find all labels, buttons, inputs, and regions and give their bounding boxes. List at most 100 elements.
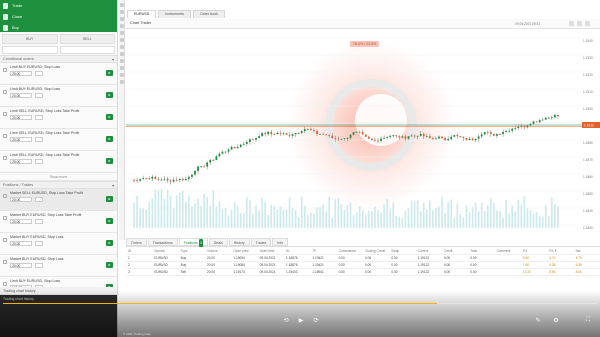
tab-orders[interactable]: Orders xyxy=(126,238,147,246)
cursor-icon[interactable] xyxy=(120,3,124,7)
column-header[interactable]: SL xyxy=(284,249,310,253)
fullscreen-icon[interactable]: ⛶ xyxy=(583,316,593,324)
zoom-icon[interactable] xyxy=(120,59,124,63)
list-item[interactable]: Limit SELL EURUSD, Stop Loss Take Profit… xyxy=(0,107,117,129)
stepper[interactable] xyxy=(35,115,43,120)
volume-field[interactable]: 20.00 xyxy=(10,115,32,120)
stepper[interactable] xyxy=(35,197,43,202)
volume-field[interactable]: 20.00 xyxy=(10,137,32,142)
volume-field[interactable]: 20.00 xyxy=(10,263,32,268)
rewind-icon[interactable]: ⟲ xyxy=(281,316,291,324)
lock-icon[interactable] xyxy=(120,73,124,77)
price-input[interactable] xyxy=(59,46,115,54)
trendline-icon[interactable] xyxy=(120,17,124,21)
volume-field[interactable]: 20.00 xyxy=(10,197,32,202)
orders-section-title[interactable]: Conditional orders ▾ xyxy=(0,55,117,63)
volume-field[interactable]: 20.00 xyxy=(10,219,32,224)
execute-button[interactable]: ▸ xyxy=(106,240,113,246)
stepper[interactable] xyxy=(35,219,43,224)
tab-deals[interactable]: Deals xyxy=(208,238,228,246)
ruler-icon[interactable] xyxy=(120,52,124,56)
forward-icon[interactable]: ⟳ xyxy=(311,316,321,324)
stepper[interactable] xyxy=(35,241,43,246)
execute-button[interactable]: ▸ xyxy=(106,114,113,120)
column-header[interactable]: P/L xyxy=(521,249,547,253)
buy-button[interactable]: BUY xyxy=(2,34,58,44)
fullscreen-icon[interactable] xyxy=(577,21,582,26)
column-header[interactable]: Comment xyxy=(495,249,521,253)
chart-symbol[interactable]: Chart Trader xyxy=(130,21,151,25)
column-header[interactable]: Current xyxy=(416,249,442,253)
execute-button[interactable]: ▸ xyxy=(106,136,113,142)
column-header[interactable]: Open time xyxy=(258,249,284,253)
crosshair-icon[interactable] xyxy=(120,10,124,14)
column-header[interactable]: Net xyxy=(574,249,600,253)
column-header[interactable]: P/L € xyxy=(547,249,573,253)
execute-button[interactable]: ▸ xyxy=(106,262,113,268)
volume-field[interactable]: 25.00 xyxy=(10,159,32,164)
stepper[interactable] xyxy=(35,137,43,142)
tab-instruments[interactable]: Instruments xyxy=(158,10,191,18)
header-row-close[interactable]: Close xyxy=(0,11,117,22)
execute-button[interactable]: ▸ xyxy=(106,158,113,164)
tab-orderbook[interactable]: Order book xyxy=(192,10,225,18)
column-header[interactable]: Volume xyxy=(205,249,231,253)
horizontal-line-icon[interactable] xyxy=(120,24,124,28)
execute-button[interactable]: ▸ xyxy=(106,92,113,98)
table-row[interactable]: 1 EURUSD Buy 20.00 1.19094 09.04.2021 1.18876 1… xyxy=(126,255,600,262)
list-item[interactable]: Limit BUY EURUSD, Stop Loss 25.00 ▸ xyxy=(0,63,117,85)
trash-icon[interactable] xyxy=(120,80,124,84)
fibonacci-icon[interactable] xyxy=(120,31,124,35)
chevron-down-icon[interactable]: ▾ xyxy=(112,57,114,62)
price-chart[interactable] xyxy=(126,30,591,235)
column-header[interactable]: Type xyxy=(179,249,205,253)
volume-input[interactable] xyxy=(2,46,58,54)
stepper[interactable] xyxy=(35,93,43,98)
column-header[interactable]: Symbol xyxy=(152,249,178,253)
table-row[interactable]: 2 EURUSD Buy 20.00 1.19084 09.04.2021 1.18876 1… xyxy=(126,262,600,269)
edit-icon[interactable]: ✎ xyxy=(533,316,543,324)
volume-field[interactable]: 20.00 xyxy=(10,93,32,98)
tab-info[interactable]: Info xyxy=(272,238,289,246)
settings-icon[interactable] xyxy=(569,21,574,26)
tab-trades[interactable]: Trades xyxy=(250,238,272,246)
chevron-down-icon[interactable]: ▾ xyxy=(112,183,114,188)
stepper[interactable] xyxy=(35,263,43,268)
header-row-buy[interactable]: Buy xyxy=(0,22,117,33)
column-header[interactable]: Open price xyxy=(231,249,257,253)
header-row-trade[interactable]: Trade xyxy=(0,0,117,11)
sell-button[interactable]: SELL xyxy=(59,34,115,44)
execute-button[interactable]: ▸ xyxy=(106,196,113,202)
tab-eurusd[interactable]: EURUSD xyxy=(127,10,157,18)
show-more-orders[interactable]: Show more xyxy=(0,173,117,181)
list-item[interactable]: Limit SELL EURUSD, Stop Loss Take Profit… xyxy=(0,151,117,173)
volume-field[interactable]: 20.00 xyxy=(10,241,32,246)
rectangle-icon[interactable] xyxy=(120,38,124,42)
list-item[interactable]: Market SELL EURUSD, Stop Loss Take Profi… xyxy=(0,189,117,211)
stepper[interactable] xyxy=(35,159,43,164)
tab-transactions[interactable]: Transactions xyxy=(147,238,178,246)
magnet-icon[interactable] xyxy=(120,66,124,70)
close-icon[interactable] xyxy=(585,21,590,26)
list-item[interactable]: Market BUY EURUSD, Stop Loss Take Profit… xyxy=(0,211,117,233)
tab-positions[interactable]: Positions 3 xyxy=(178,238,208,247)
volume-field[interactable]: 25.00 xyxy=(10,71,32,76)
column-header[interactable]: Commission xyxy=(337,249,363,253)
text-icon[interactable] xyxy=(120,45,124,49)
list-item[interactable]: Limit BUY EURUSD, Stop Loss 20.00 ▸ xyxy=(0,85,117,107)
tab-history[interactable]: History xyxy=(228,238,250,246)
list-item[interactable]: Limit SELL EURUSD, Stop Loss Take Profit… xyxy=(0,129,117,151)
column-header[interactable]: Credit xyxy=(442,249,468,253)
column-header[interactable]: TP xyxy=(310,249,336,253)
column-header[interactable]: Total xyxy=(468,249,494,253)
execute-button[interactable]: ▸ xyxy=(106,70,113,76)
column-header[interactable]: ID xyxy=(126,249,152,253)
list-item[interactable]: Market BUY EURUSD, Stop Loss 20.00 ▸ xyxy=(0,233,117,255)
column-header[interactable]: Closing Credit xyxy=(363,249,389,253)
table-row[interactable]: 3 EURUSD Sell 20.00 1.19173 09.04.2021 1.19403… xyxy=(126,269,600,276)
positions-section-title[interactable]: Positions / Trades ▾ xyxy=(0,181,117,189)
settings-icon[interactable]: ⚙ xyxy=(551,316,561,324)
stepper[interactable] xyxy=(35,71,43,76)
column-header[interactable]: Swap xyxy=(389,249,415,253)
execute-button[interactable]: ▸ xyxy=(106,218,113,224)
